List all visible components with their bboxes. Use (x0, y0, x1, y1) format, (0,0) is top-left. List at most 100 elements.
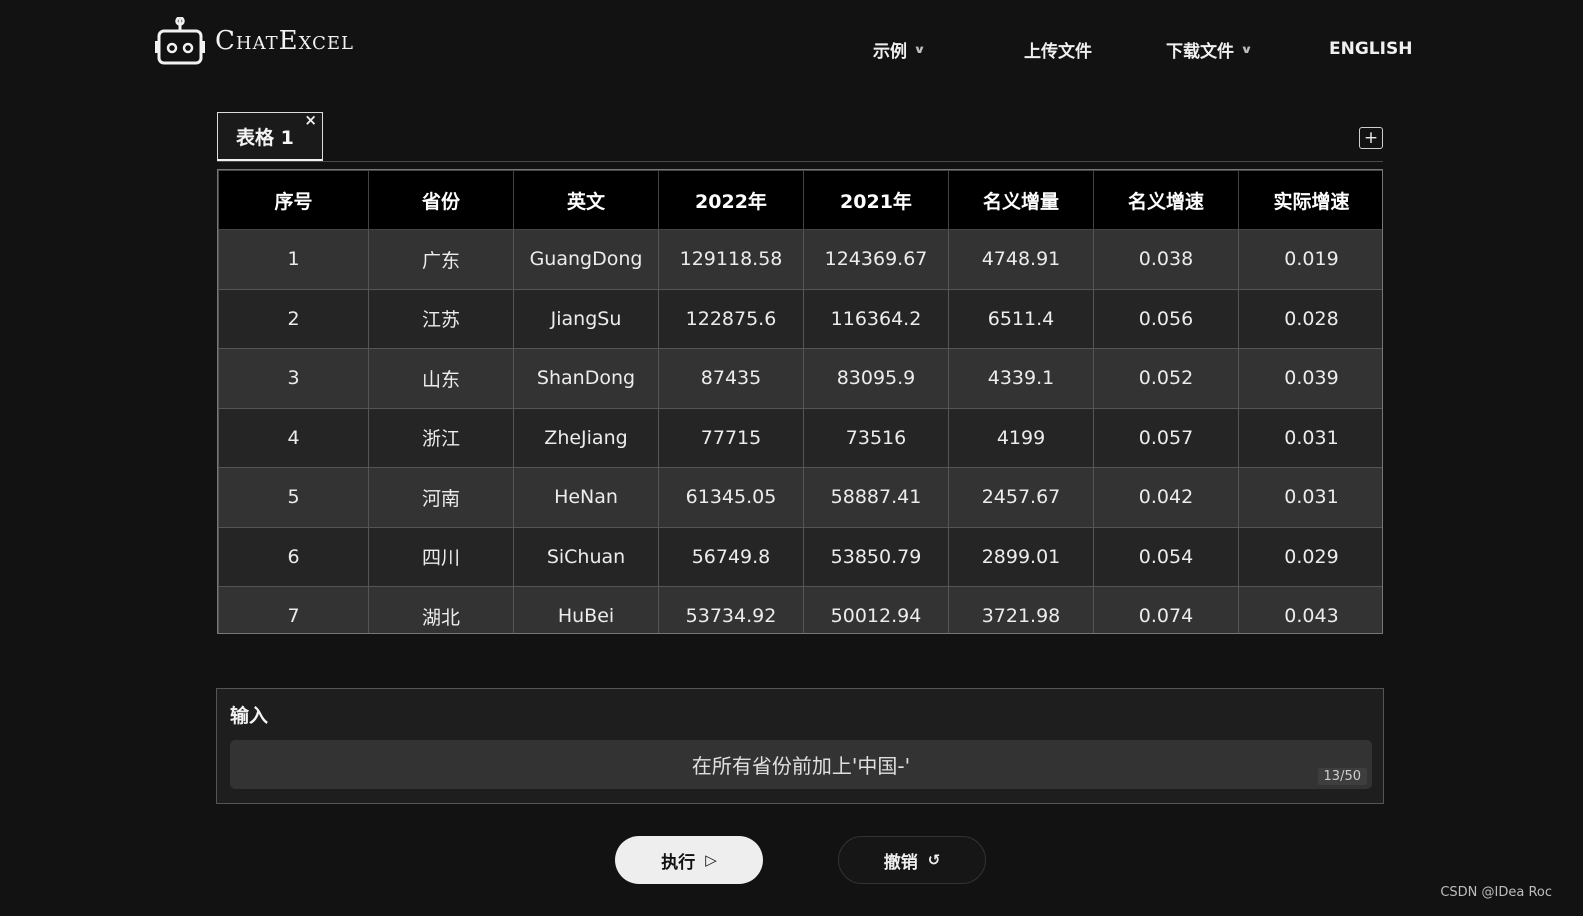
undo-button[interactable]: 撤销 ↺ (838, 836, 986, 884)
input-label: 输入 (230, 705, 269, 727)
table-cell[interactable]: 7 (218, 586, 369, 633)
table-cell[interactable]: 河南 (368, 467, 514, 528)
table-cell[interactable]: GuangDong (513, 229, 659, 290)
table-row: 7 湖北 HuBei 53734.92 50012.94 3721.98 0.0… (218, 586, 1382, 633)
chevron-down-icon: ∨ (913, 42, 926, 56)
column-header[interactable]: 名义增量 (948, 170, 1094, 230)
table-cell[interactable]: ZheJiang (513, 407, 659, 468)
table-cell[interactable]: 83095.9 (803, 348, 949, 409)
table-row: 4 浙江 ZheJiang 77715 73516 4199 0.057 0.0… (218, 407, 1382, 468)
table-cell[interactable]: 6511.4 (948, 288, 1094, 349)
table-row: 2 江苏 JiangSu 122875.6 116364.2 6511.4 0.… (218, 288, 1382, 349)
table-cell[interactable]: ShanDong (513, 348, 659, 409)
table-cell[interactable]: 5 (218, 467, 369, 528)
table-cell[interactable]: 58887.41 (803, 467, 949, 528)
run-button-label: 执行 (661, 852, 696, 873)
column-header[interactable]: 名义增速 (1093, 170, 1239, 230)
table-cell[interactable]: 2457.67 (948, 467, 1094, 528)
table-row: 5 河南 HeNan 61345.05 58887.41 2457.67 0.0… (218, 467, 1382, 528)
table-cell[interactable]: 53734.92 (658, 586, 804, 633)
input-panel: 输入 在所有省份前加上'中国-' 13/50 (216, 688, 1384, 804)
table-cell[interactable]: 87435 (658, 348, 804, 409)
table-cell[interactable]: 0.028 (1238, 288, 1382, 349)
table-cell[interactable]: 0.057 (1093, 407, 1239, 468)
table-cell[interactable]: 61345.05 (658, 467, 804, 528)
column-header[interactable]: 省份 (368, 170, 514, 230)
table-cell[interactable]: 122875.6 (658, 288, 804, 349)
data-table: 序号 省份 英文 2022年 2021年 名义增量 名义增速 实际增速 1 广东… (218, 170, 1382, 633)
chevron-down-icon: ∨ (1240, 42, 1253, 56)
column-header[interactable]: 2022年 (658, 170, 804, 230)
table-cell[interactable]: 56749.8 (658, 526, 804, 587)
table-cell[interactable]: HuBei (513, 586, 659, 633)
table-cell[interactable]: 浙江 (368, 407, 514, 468)
data-table-container[interactable]: 序号 省份 英文 2022年 2021年 名义增量 名义增速 实际增速 1 广东… (217, 169, 1383, 634)
table-cell[interactable]: 0.052 (1093, 348, 1239, 409)
app-logo[interactable]: ChatExcel (155, 16, 354, 66)
nav-upload-label: 上传文件 (1024, 41, 1092, 62)
table-cell[interactable]: 山东 (368, 348, 514, 409)
table-cell[interactable]: 2899.01 (948, 526, 1094, 587)
table-row: 1 广东 GuangDong 129118.58 124369.67 4748.… (218, 229, 1382, 290)
column-header[interactable]: 序号 (218, 170, 369, 230)
add-tab-button[interactable]: + (1359, 127, 1383, 149)
table-cell[interactable]: HeNan (513, 467, 659, 528)
page: ChatExcel 示例 ∨ 上传文件 下载文件 ∨ ENGLISH 表格 1 … (0, 0, 1583, 916)
table-cell[interactable]: 1 (218, 229, 369, 290)
run-button[interactable]: 执行 ▷ (615, 836, 763, 884)
table-row: 6 四川 SiChuan 56749.8 53850.79 2899.01 0.… (218, 526, 1382, 587)
nav-language[interactable]: ENGLISH (1329, 36, 1412, 62)
table-cell[interactable]: 0.039 (1238, 348, 1382, 409)
table-cell[interactable]: 江苏 (368, 288, 514, 349)
column-header[interactable]: 2021年 (803, 170, 949, 230)
tab-table-1[interactable]: 表格 1 × (217, 111, 323, 161)
app-name: ChatExcel (215, 26, 354, 56)
nav-language-label: ENGLISH (1329, 39, 1413, 59)
table-cell[interactable]: 0.042 (1093, 467, 1239, 528)
table-cell[interactable]: 4339.1 (948, 348, 1094, 409)
table-cell[interactable]: 116364.2 (803, 288, 949, 349)
tab-label: 表格 1 (236, 126, 294, 149)
nav-download[interactable]: 下载文件 ∨ (1166, 36, 1253, 62)
table-cell[interactable]: 0.054 (1093, 526, 1239, 587)
table-cell[interactable]: 6 (218, 526, 369, 587)
table-cell[interactable]: 2 (218, 288, 369, 349)
table-cell[interactable]: 0.031 (1238, 467, 1382, 528)
char-counter: 13/50 (1317, 768, 1367, 785)
table-cell[interactable]: 0.074 (1093, 586, 1239, 633)
table-cell[interactable]: 73516 (803, 407, 949, 468)
table-cell[interactable]: 0.056 (1093, 288, 1239, 349)
table-cell[interactable]: SiChuan (513, 526, 659, 587)
nav-upload[interactable]: 上传文件 (1024, 36, 1092, 62)
robot-icon (155, 17, 205, 65)
table-cell[interactable]: 0.029 (1238, 526, 1382, 587)
table-cell[interactable]: 3 (218, 348, 369, 409)
table-cell[interactable]: 129118.58 (658, 229, 804, 290)
table-cell[interactable]: 4199 (948, 407, 1094, 468)
nav-examples[interactable]: 示例 ∨ (873, 36, 926, 62)
table-cell[interactable]: 0.019 (1238, 229, 1382, 290)
table-cell[interactable]: 3721.98 (948, 586, 1094, 633)
table-cell[interactable]: 0.043 (1238, 586, 1382, 633)
table-cell[interactable]: 50012.94 (803, 586, 949, 633)
nav-download-label: 下载文件 (1166, 41, 1234, 62)
undo-button-label: 撤销 (883, 852, 918, 873)
close-icon[interactable]: × (304, 111, 317, 129)
table-cell[interactable]: JiangSu (513, 288, 659, 349)
table-cell[interactable]: 77715 (658, 407, 804, 468)
table-cell[interactable]: 广东 (368, 229, 514, 290)
table-row: 3 山东 ShanDong 87435 83095.9 4339.1 0.052… (218, 348, 1382, 409)
column-header[interactable]: 英文 (513, 170, 659, 230)
nav-examples-label: 示例 (873, 41, 907, 62)
table-cell[interactable]: 124369.67 (803, 229, 949, 290)
table-cell[interactable]: 53850.79 (803, 526, 949, 587)
tab-divider (217, 161, 1383, 162)
table-cell[interactable]: 0.031 (1238, 407, 1382, 468)
table-cell[interactable]: 0.038 (1093, 229, 1239, 290)
column-header[interactable]: 实际增速 (1238, 170, 1382, 230)
table-cell[interactable]: 湖北 (368, 586, 514, 633)
table-cell[interactable]: 四川 (368, 526, 514, 587)
command-input[interactable]: 在所有省份前加上'中国-' 13/50 (230, 740, 1372, 789)
table-cell[interactable]: 4 (218, 407, 369, 468)
table-cell[interactable]: 4748.91 (948, 229, 1094, 290)
